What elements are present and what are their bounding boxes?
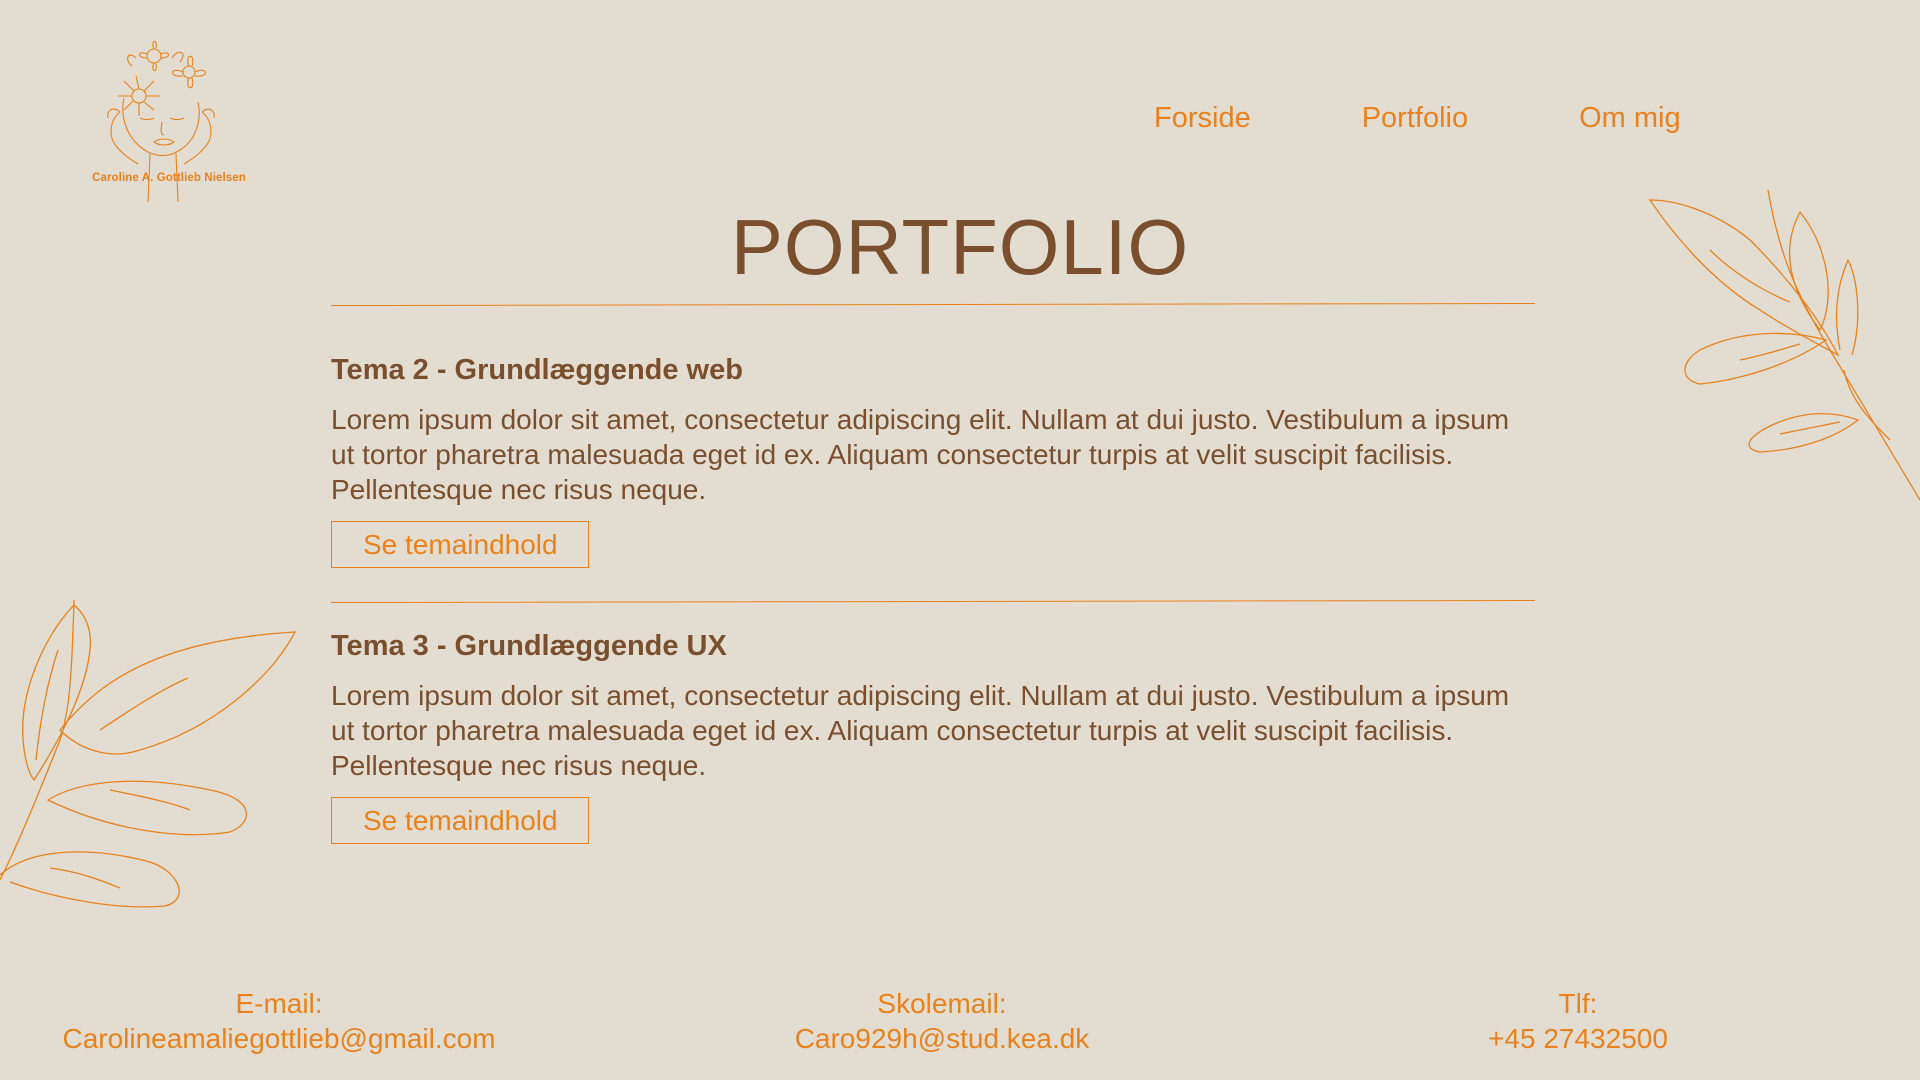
section-description: Lorem ipsum dolor sit amet, consectetur …	[331, 404, 1510, 505]
email-label: E-mail:	[235, 988, 323, 1019]
nav-link-forside[interactable]: Forside	[1154, 102, 1251, 135]
phone-label: Tlf:	[1558, 988, 1598, 1019]
email-value[interactable]: Carolineamaliegottlieb@gmail.com	[54, 1021, 504, 1056]
footer-phone: Tlf: +45 27432500	[1428, 986, 1728, 1056]
leaf-branch-decoration-left	[0, 600, 297, 908]
section-heading: Tema 2 - Grundlæggende web	[331, 354, 743, 386]
divider	[331, 302, 1536, 307]
see-theme-content-button[interactable]: Se temaindhold	[331, 797, 589, 844]
section-description: Lorem ipsum dolor sit amet, consectetur …	[331, 680, 1510, 781]
portfolio-section-tema-2: Tema 2 - Grundlæggende web Lorem ipsum d…	[331, 352, 1535, 568]
section-heading: Tema 3 - Grundlæggende UX	[331, 630, 727, 662]
see-theme-content-button[interactable]: Se temaindhold	[331, 521, 589, 568]
logo-name: Caroline A. Gottlieb Nielsen	[92, 172, 246, 184]
school-email-value[interactable]: Caro929h@stud.kea.dk	[742, 1021, 1142, 1056]
footer-email: E-mail: Carolineamaliegottlieb@gmail.com	[54, 986, 504, 1056]
nav-link-om-mig[interactable]: Om mig	[1579, 102, 1681, 135]
school-email-label: Skolemail:	[877, 988, 1007, 1019]
main-navigation: Forside Portfolio Om mig	[1154, 102, 1681, 135]
nav-link-portfolio[interactable]: Portfolio	[1362, 102, 1468, 135]
footer-school-email: Skolemail: Caro929h@stud.kea.dk	[742, 986, 1142, 1056]
portfolio-section-tema-3: Tema 3 - Grundlæggende UX Lorem ipsum do…	[331, 628, 1535, 844]
divider	[331, 599, 1536, 604]
logo[interactable]: Caroline A. Gottlieb Nielsen	[84, 36, 254, 206]
phone-value[interactable]: +45 27432500	[1428, 1021, 1728, 1056]
page-title: PORTFOLIO	[730, 203, 1190, 291]
